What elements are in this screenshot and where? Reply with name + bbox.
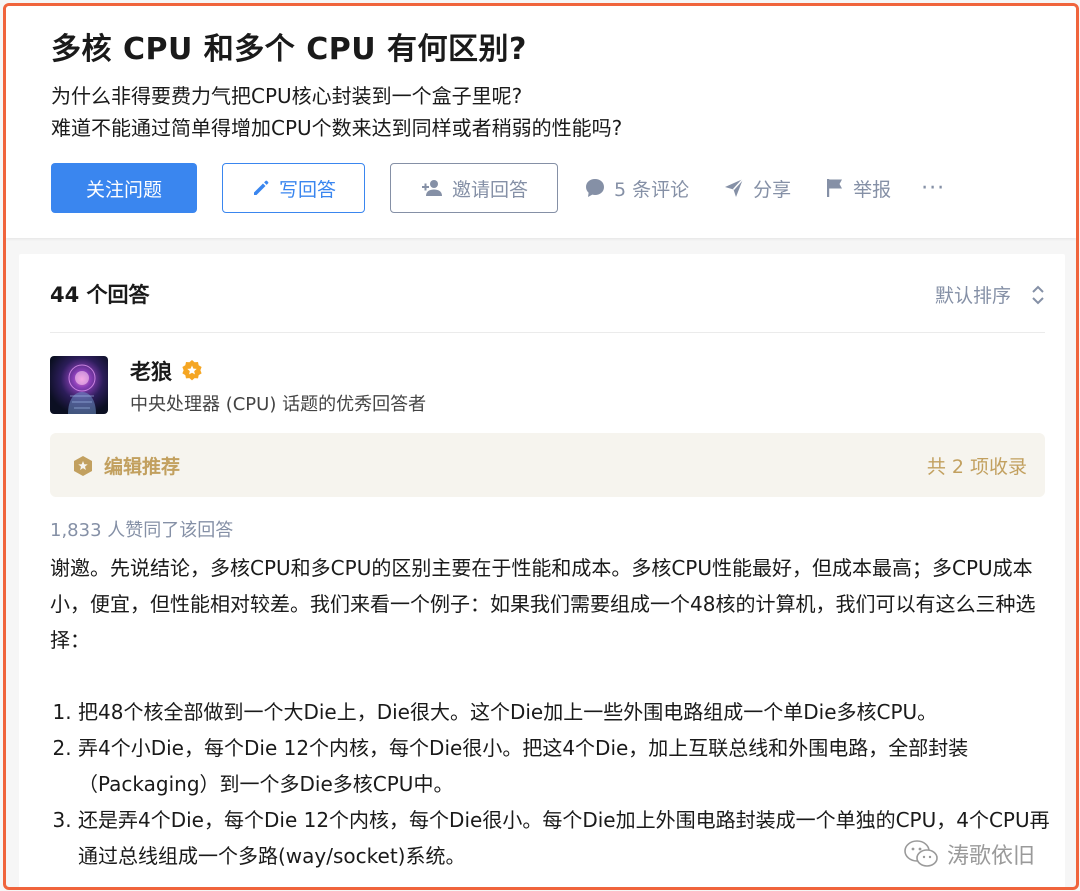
follow-question-button[interactable]: 关注问题	[51, 163, 197, 213]
sort-updown-icon	[1032, 285, 1044, 304]
question-header: 多核 CPU 和多个 CPU 有何区别? 为什么非得要费力气把CPU核心封装到一…	[6, 6, 1076, 238]
watermark: 涛歌依旧	[903, 838, 1035, 870]
avatar-image	[68, 364, 96, 414]
gold-badge-icon	[182, 360, 202, 381]
question-actions: 关注问题 写回答 邀请回答 5 条评论 分享 举报 ···	[51, 162, 945, 214]
write-answer-label: 写回答	[278, 178, 336, 201]
editor-recommendation: 编辑推荐	[72, 452, 180, 479]
list-item: 把48个核全部做到一个大Die上，Die很大。这个Die加上一些外围电路组成一个…	[78, 694, 1050, 730]
answers-count: 44 个回答	[50, 283, 150, 307]
flag-icon	[827, 179, 843, 197]
share-button[interactable]: 分享	[723, 175, 791, 202]
share-label: 分享	[753, 178, 792, 201]
answer-paragraph: 谢邀。先说结论，多核CPU和多CPU的区别主要在于性能和成本。多核CPU性能最好…	[50, 556, 1036, 652]
editor-recommendation-bar[interactable]: 编辑推荐 共 2 项收录	[50, 433, 1045, 497]
answers-header: 44 个回答 默认排序	[50, 254, 1045, 333]
sort-label: 默认排序	[934, 285, 1011, 307]
comments-button[interactable]: 5 条评论	[584, 175, 689, 202]
write-answer-button[interactable]: 写回答	[222, 163, 365, 213]
list-item: 弄4个小Die，每个Die 12个内核，每个Die很小。把这4个Die，加上互联…	[78, 730, 1050, 802]
question-description: 为什么非得要费力气把CPU核心封装到一个盒子里呢? 难道不能通过简单得增加CPU…	[51, 80, 622, 144]
author-name[interactable]: 老狼	[130, 356, 204, 386]
invite-answer-label: 邀请回答	[451, 178, 528, 201]
comments-label: 5 条评论	[614, 178, 690, 201]
question-description-line: 为什么非得要费力气把CPU核心封装到一个盒子里呢?	[51, 84, 523, 108]
paper-plane-icon	[725, 178, 744, 197]
hexagon-star-icon	[74, 455, 92, 476]
follow-question-label: 关注问题	[85, 178, 162, 201]
add-person-icon	[421, 180, 442, 196]
editor-recommendation-label: 编辑推荐	[104, 456, 181, 478]
author-name-text: 老狼	[130, 360, 172, 384]
sort-dropdown[interactable]: 默认排序	[935, 281, 1045, 308]
answer-content: 谢邀。先说结论，多核CPU和多CPU的区别主要在于性能和成本。多核CPU性能最好…	[50, 550, 1050, 874]
report-label: 举报	[853, 178, 892, 201]
comment-bubble-icon	[586, 179, 604, 197]
author-bio: 中央处理器 (CPU) 话题的优秀回答者	[130, 394, 427, 415]
answer-list: 把48个核全部做到一个大Die上，Die很大。这个Die加上一些外围电路组成一个…	[50, 694, 1050, 874]
pencil-icon	[253, 180, 269, 195]
invite-answer-button[interactable]: 邀请回答	[390, 163, 558, 213]
wechat-icon	[904, 840, 938, 867]
more-options-button[interactable]: ···	[921, 176, 945, 201]
question-description-line: 难道不能通过简单得增加CPU个数来达到同样或者稍弱的性能吗?	[51, 116, 623, 140]
vote-count: 1,833 人赞同了该回答	[50, 520, 234, 541]
collections-count[interactable]: 共 2 项收录	[927, 452, 1027, 479]
question-title: 多核 CPU 和多个 CPU 有何区别?	[51, 32, 527, 67]
screenshot-frame: 多核 CPU 和多个 CPU 有何区别? 为什么非得要费力气把CPU核心封装到一…	[3, 3, 1079, 890]
avatar[interactable]	[50, 356, 108, 414]
report-button[interactable]: 举报	[825, 175, 891, 202]
answers-panel: 44 个回答 默认排序 老狼 中央处理器 (CPU) 话题的优秀回答者 编辑推荐…	[19, 254, 1065, 887]
watermark-text: 涛歌依旧	[946, 844, 1035, 869]
